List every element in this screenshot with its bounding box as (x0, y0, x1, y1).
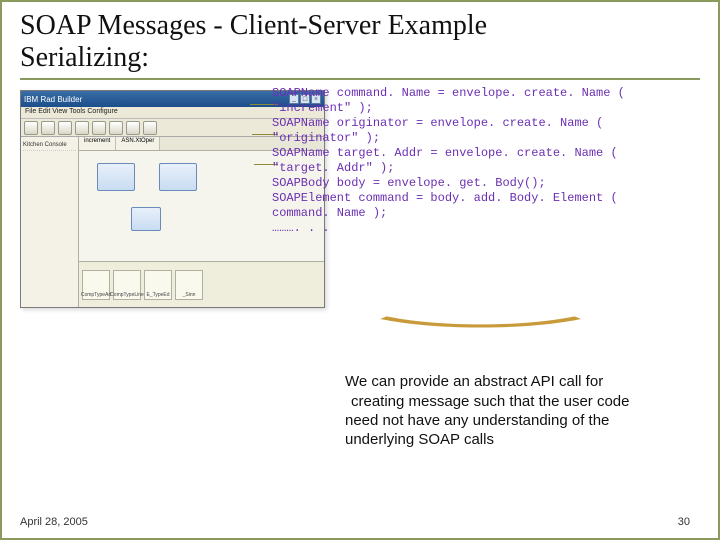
toolbar-button-icon (126, 121, 140, 135)
toolbar-button-icon (75, 121, 89, 135)
slide-title-line2: Serializing: (20, 42, 149, 73)
toolbar-button-icon (92, 121, 106, 135)
palette-item: E_TypeEd (144, 270, 172, 300)
left-panel: Kitchen Console (21, 137, 79, 307)
toolbar-button-icon (41, 121, 55, 135)
body-text: We can provide an abstract API call for … (345, 372, 685, 449)
toolbar-button-icon (143, 121, 157, 135)
slide-title-line1: SOAP Messages - Client-Server Example (20, 10, 487, 41)
toolbar-button-icon (109, 121, 123, 135)
grouping-brace-icon: ︶ (375, 302, 586, 365)
body-text-line: need not have any understanding of the (345, 411, 685, 430)
canvas-node (131, 207, 161, 231)
body-text-line: underlying SOAP calls (345, 430, 685, 449)
toolbar-button-icon (24, 121, 38, 135)
tab: increment (79, 137, 116, 150)
code-block: SOAPName command. Name = envelope. creat… (272, 86, 702, 236)
palette-item: CompTypeAd (82, 270, 110, 300)
canvas-node (159, 163, 197, 191)
palette-item: _Sinn (175, 270, 203, 300)
footer-page-number: 30 (678, 516, 690, 528)
palette-item: CompTypeLine (113, 270, 141, 300)
window-title: IBM Rad Builder (24, 95, 82, 104)
body-text-line: We can provide an abstract API call for (345, 372, 685, 391)
toolbar-button-icon (58, 121, 72, 135)
canvas-node (97, 163, 135, 191)
left-panel-item: Kitchen Console (23, 140, 76, 151)
body-text-line: creating message such that the user code (345, 392, 685, 411)
palette-panel: CompTypeAd CompTypeLine E_TypeEd _Sinn (79, 261, 324, 307)
footer-date: April 28, 2005 (20, 516, 88, 528)
tab: ASN.XtOper (116, 137, 160, 150)
